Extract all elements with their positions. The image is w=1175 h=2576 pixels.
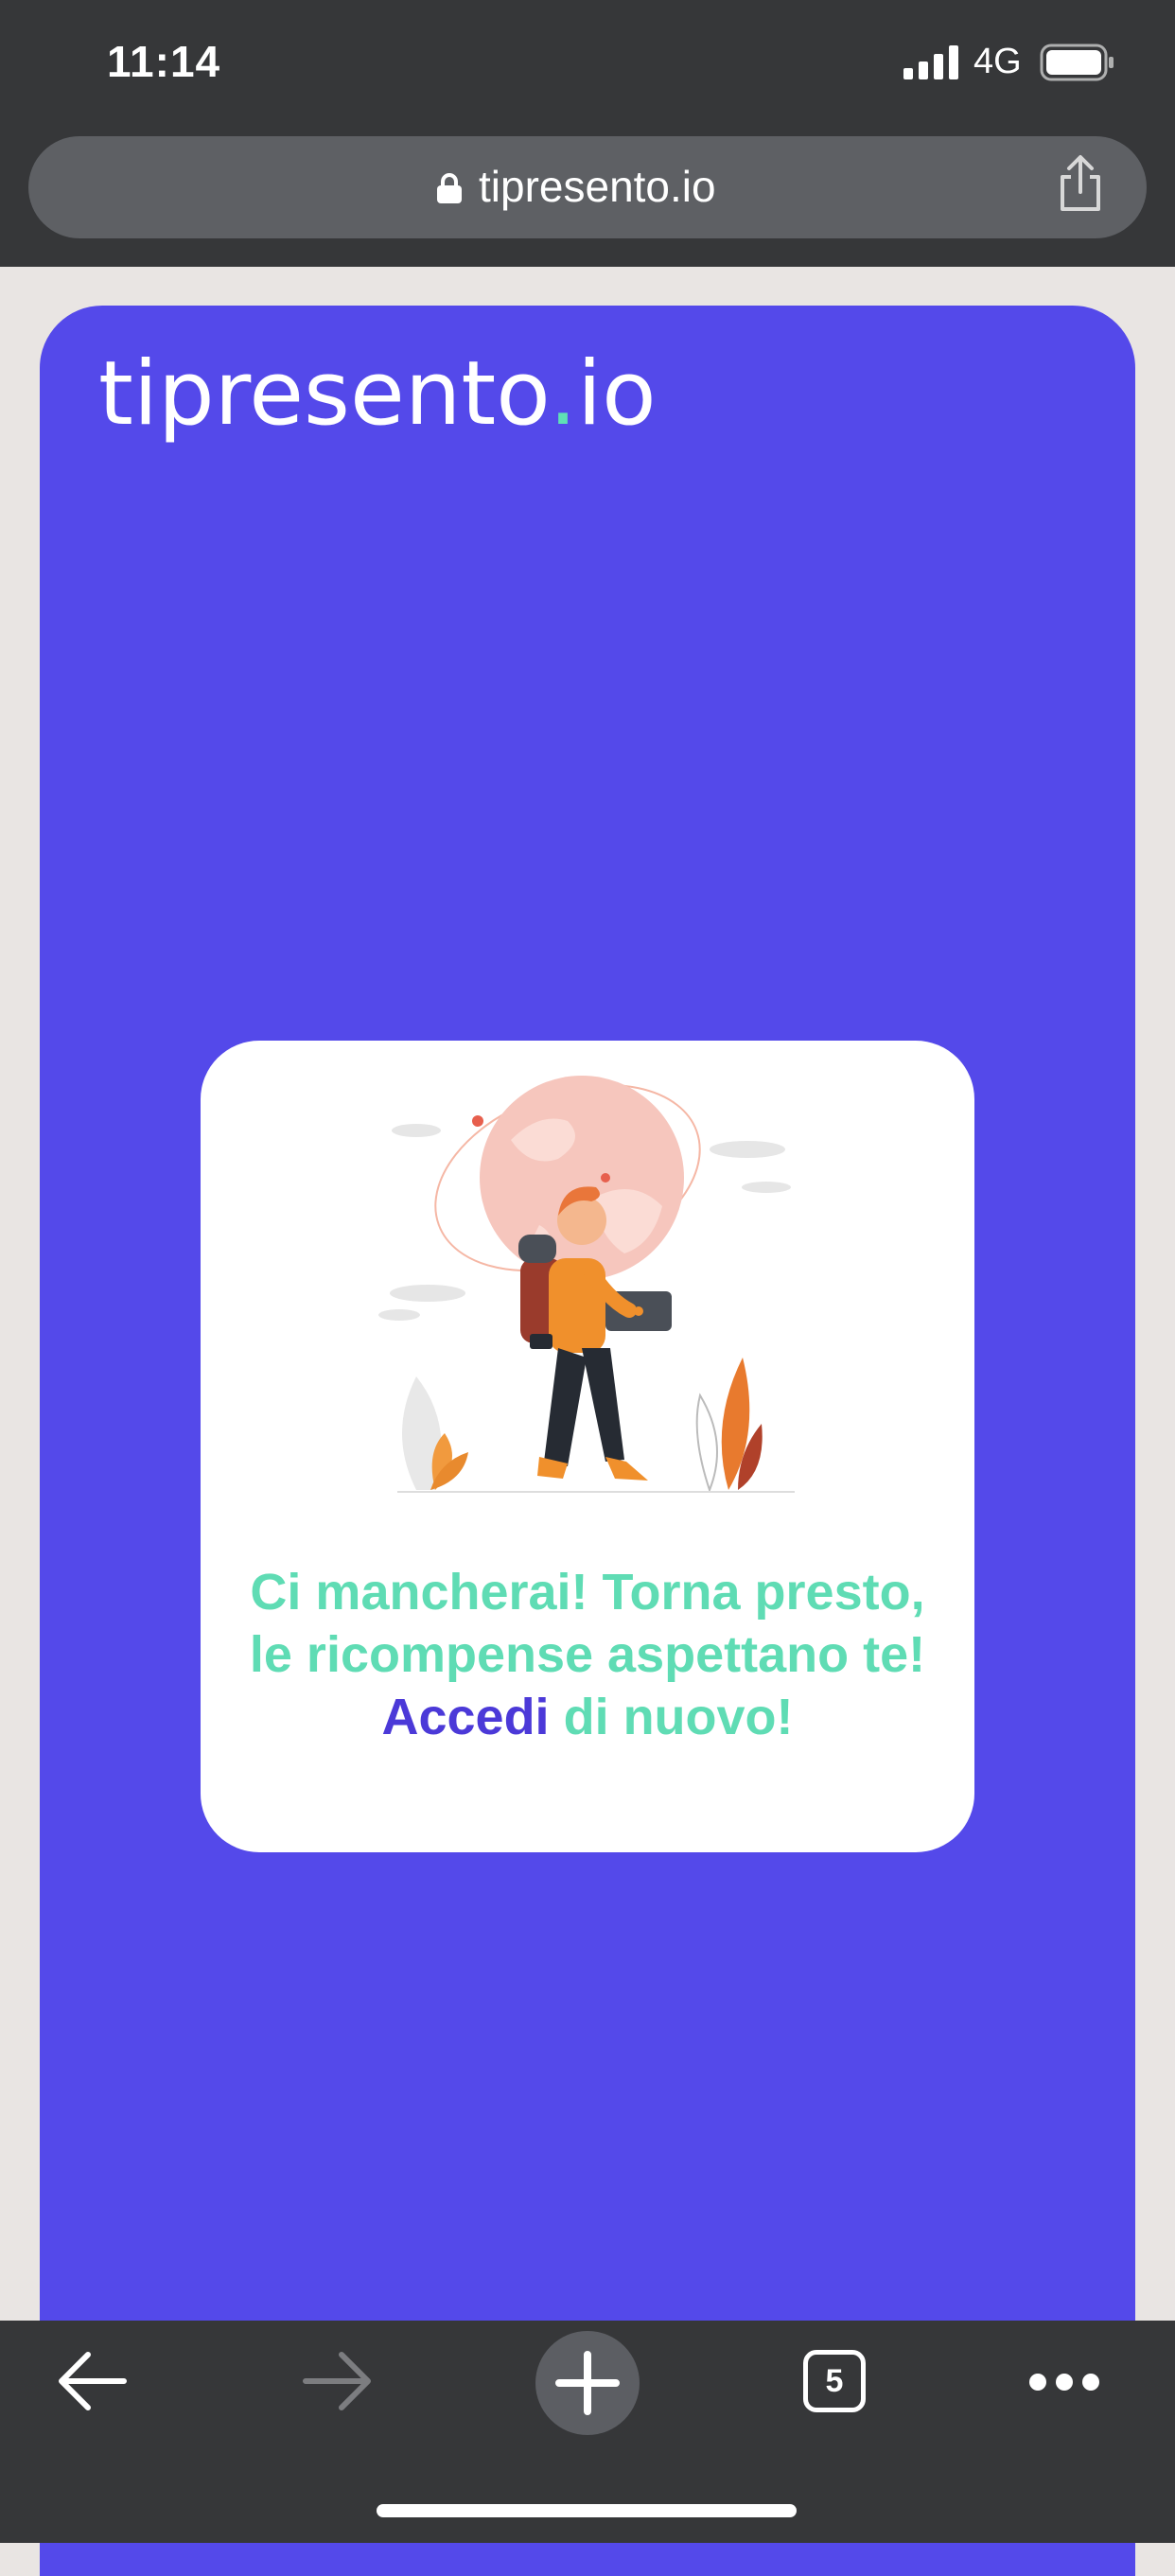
forward-arrow-icon[interactable] (300, 2346, 376, 2416)
login-link[interactable]: Accedi (381, 1689, 549, 1745)
plus-icon (555, 2351, 620, 2415)
address-url[interactable]: tipresento.io (479, 161, 716, 212)
message-text-after: di nuovo! (563, 1689, 794, 1745)
tabs-count-button[interactable]: 5 (803, 2350, 866, 2412)
signal-icon (903, 45, 958, 79)
logo-dot: . (549, 342, 578, 446)
logo-main: tipresento (98, 342, 550, 446)
more-icon[interactable] (1026, 2363, 1102, 2401)
traveler-illustration (378, 1076, 795, 1493)
message-text-before: Ci mancherai! Torna presto, le ricompens… (249, 1564, 926, 1683)
site-logo[interactable]: tipresento.io (98, 350, 657, 439)
new-tab-button[interactable] (535, 2331, 640, 2435)
battery-icon (1040, 44, 1114, 81)
back-arrow-icon[interactable] (54, 2346, 130, 2416)
status-time: 11:14 (107, 37, 221, 86)
farewell-message: Ci mancherai! Torna presto, le ricompens… (248, 1561, 927, 1748)
home-indicator (377, 2504, 797, 2517)
logo-tld: io (577, 342, 657, 446)
share-icon[interactable] (1057, 154, 1104, 213)
network-label: 4G (973, 42, 1022, 81)
lock-icon (437, 173, 462, 203)
